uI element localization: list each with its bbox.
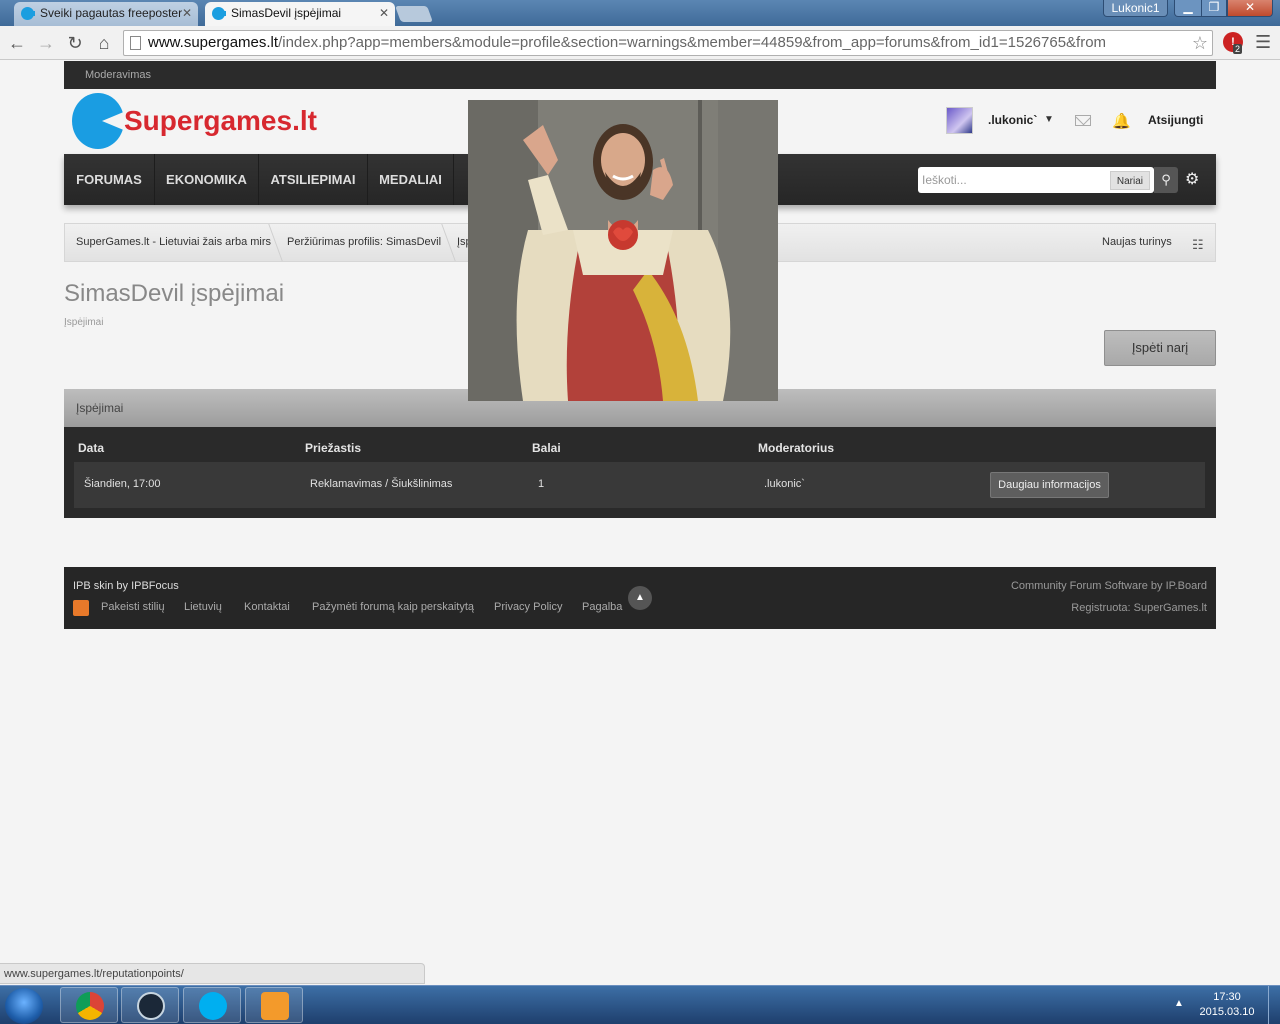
media-player-icon: [261, 992, 289, 1020]
steam-icon: [137, 992, 165, 1020]
tray-expand-icon[interactable]: ▲: [1174, 998, 1184, 1009]
forward-arrow-icon[interactable]: →: [35, 32, 57, 54]
breadcrumb-profile[interactable]: Peržiūrimas profilis: SimasDevil: [287, 224, 441, 261]
system-clock[interactable]: 17:30 2015.03.10: [1190, 990, 1264, 1020]
extension-badge: 2: [1233, 44, 1243, 54]
window-close-button[interactable]: ✕: [1227, 0, 1273, 17]
new-tab-button[interactable]: [395, 6, 433, 22]
user-menu[interactable]: .lukonic`: [988, 113, 1037, 127]
footer-link-mark-read[interactable]: Pažymėti forumą kaip perskaitytą: [312, 601, 474, 613]
clock-time: 17:30: [1213, 991, 1241, 1003]
cell-date: Šiandien, 17:00: [84, 478, 161, 490]
maximize-button[interactable]: ❐: [1201, 0, 1227, 17]
supergames-favicon-icon: [212, 7, 226, 20]
clock-date: 2015.03.10: [1199, 1006, 1255, 1018]
close-icon[interactable]: ✕: [182, 2, 192, 24]
browser-toolbar: ← → ↻ ⌂ www.supergames.lt/index.php?app=…: [0, 26, 1280, 60]
search-input[interactable]: Ieškoti...: [922, 167, 967, 193]
taskbar-media-player[interactable]: [245, 987, 303, 1023]
avatar[interactable]: [946, 107, 973, 134]
back-to-top-icon[interactable]: ▲: [628, 586, 652, 610]
moderation-link[interactable]: Moderavimas: [85, 69, 151, 81]
cell-moderator[interactable]: .lukonic`: [764, 478, 805, 490]
reload-icon[interactable]: ↻: [64, 32, 86, 54]
taskbar-skype[interactable]: [183, 987, 241, 1023]
bookmark-star-icon[interactable]: ☆: [1192, 31, 1208, 55]
nav-item-ekonomika[interactable]: EKONOMIKA: [155, 154, 259, 205]
menu-icon[interactable]: ☰: [1255, 32, 1271, 53]
column-header-moderator: Moderatorius: [758, 441, 835, 455]
show-desktop-button[interactable]: [1268, 986, 1280, 1024]
tab-warnings[interactable]: SimasDevil įspėjimai ✕: [205, 2, 395, 26]
list-icon[interactable]: ☷: [1192, 237, 1204, 253]
more-info-button[interactable]: Daugiau informacijos: [990, 472, 1109, 498]
logout-link[interactable]: Atsijungti: [1148, 113, 1203, 127]
footer-credit[interactable]: IPB skin by IPBFocus: [73, 580, 179, 592]
search-box: Ieškoti... Nariai: [918, 167, 1154, 193]
tab-title: Sveiki pagautas freeposter: [40, 6, 183, 20]
page-icon: [130, 36, 141, 50]
gear-icon[interactable]: ⚙: [1185, 167, 1199, 193]
address-bar[interactable]: www.supergames.lt/index.php?app=members&…: [123, 30, 1213, 56]
footer-link-privacy[interactable]: Privacy Policy: [494, 601, 562, 613]
footer-registered: Registruota: SuperGames.lt: [1071, 602, 1207, 614]
home-icon[interactable]: ⌂: [93, 32, 115, 54]
taskbar-chrome[interactable]: [60, 987, 118, 1023]
overlay-image: [468, 100, 778, 401]
cell-reason: Reklamavimas / Šiukšlinimas: [310, 478, 453, 490]
url-path: /index.php?app=members&module=profile&se…: [278, 34, 1107, 51]
warnings-panel: Įspėjimai Data Priežastis Balai Moderato…: [64, 389, 1216, 518]
table-row: Šiandien, 17:00 Reklamavimas / Šiukšlini…: [74, 462, 1205, 508]
chrome-icon: [76, 992, 104, 1020]
nav-item-forumas[interactable]: FORUMAS: [64, 154, 155, 205]
chevron-down-icon[interactable]: ▼: [1044, 114, 1054, 125]
footer: IPB skin by IPBFocus Pakeisti stilių Lie…: [64, 567, 1216, 629]
new-content-link[interactable]: Naujas turinys: [1102, 224, 1172, 261]
nav-item-atsiliepimai[interactable]: ATSILIEPIMAI: [259, 154, 368, 205]
browser-titlebar: Sveiki pagautas freeposter ✕ SimasDevil …: [0, 0, 1280, 26]
cell-points: 1: [538, 478, 545, 490]
skype-icon: [199, 992, 227, 1020]
search-icon[interactable]: ⚲: [1154, 167, 1178, 193]
column-header-reason: Priežastis: [305, 441, 362, 455]
footer-link-contacts[interactable]: Kontaktai: [244, 601, 290, 613]
tab-freeposter[interactable]: Sveiki pagautas freeposter ✕: [14, 2, 198, 26]
taskbar: ▲ 17:30 2015.03.10: [0, 985, 1280, 1024]
page-subtitle: Įspėjimai: [64, 317, 104, 328]
start-button[interactable]: [5, 988, 43, 1024]
taskbar-steam[interactable]: [121, 987, 179, 1023]
back-arrow-icon[interactable]: ←: [6, 32, 28, 54]
footer-link-style[interactable]: Pakeisti stilių: [101, 601, 165, 613]
footer-link-language[interactable]: Lietuvių: [184, 601, 222, 613]
browser-profile-button[interactable]: Lukonic1: [1103, 0, 1168, 17]
footer-software[interactable]: Community Forum Software by IP.Board: [1011, 580, 1207, 592]
tab-title: SimasDevil įspėjimai: [231, 6, 342, 20]
bell-icon[interactable]: 🔔: [1112, 112, 1131, 130]
moderation-bar: Moderavimas: [64, 61, 1216, 89]
logo-text: Supergames.lt: [124, 105, 317, 136]
logo-mark-icon: [72, 93, 124, 149]
rss-icon[interactable]: [73, 600, 89, 616]
status-bar: www.supergames.lt/reputationpoints/: [0, 963, 425, 984]
minimize-button[interactable]: ▁: [1174, 0, 1202, 17]
nav-item-medaliai[interactable]: MEDALIAI: [368, 154, 454, 205]
column-header-date: Data: [78, 441, 105, 455]
supergames-favicon-icon: [21, 7, 35, 20]
mail-icon[interactable]: [1075, 115, 1091, 126]
close-icon[interactable]: ✕: [379, 2, 389, 24]
warn-member-button[interactable]: Įspėti narį: [1104, 330, 1216, 366]
url-domain: www.supergames.lt: [148, 34, 279, 51]
footer-link-help[interactable]: Pagalba: [582, 601, 622, 613]
column-header-points: Balai: [532, 441, 561, 455]
page-title: SimasDevil įspėjimai: [64, 280, 285, 307]
breadcrumb-home[interactable]: SuperGames.lt - Lietuviai žais arba mirs: [76, 224, 271, 261]
search-scope-button[interactable]: Nariai: [1109, 171, 1150, 190]
web-page: Moderavimas Supergames.lt .lukonic` ▼ 🔔 …: [0, 61, 1280, 985]
